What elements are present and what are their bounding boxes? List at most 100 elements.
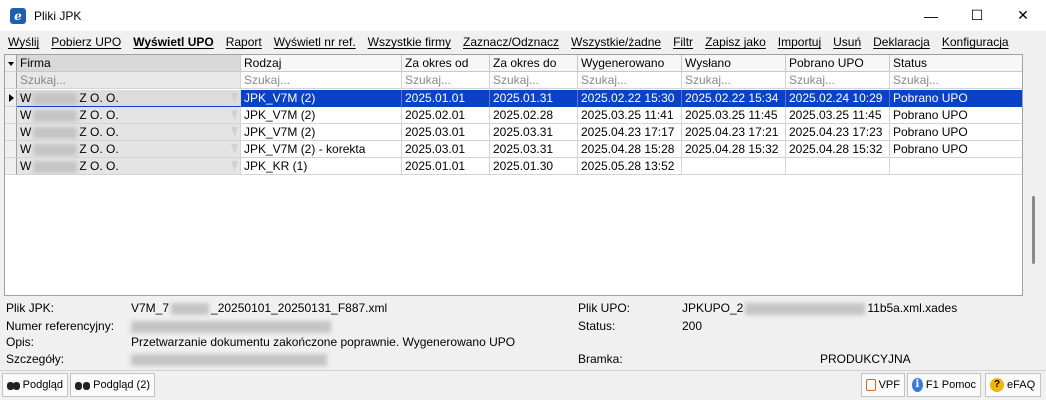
chevron-down-icon [231,110,238,120]
help-label: F1 Pomoc [925,379,976,391]
cell-firma: W Z O. O. [17,141,241,158]
details-panel: Plik JPK: V7M_7 _20250101_20250131_F887.x… [0,298,1046,368]
plik-upo-value-end: 11b5a.xml.xades [867,301,958,315]
column-header-za-okres-do[interactable]: Za okres do [490,55,578,72]
cell-wyslano [682,158,786,175]
window-title: Pliki JPK [34,8,82,23]
filter-input-rodzaj[interactable]: Szukaj... [241,72,402,89]
grid-header: Firma Rodzaj Za okres od Za okres do Wyg… [5,55,1022,72]
menu-importuj[interactable]: Importuj [772,32,827,52]
podglad-2-button[interactable]: Podgląd (2) [70,373,155,397]
filter-row-indicator [5,72,17,89]
table-row[interactable]: W Z O. O. JPK_KR (1) 2025.01.01 2025.01.3… [5,158,1022,175]
bramka-label: Bramka: [578,352,623,366]
cell-status: Pobrano UPO [890,141,1022,158]
plik-jpk-value-start: V7M_7 [131,301,170,315]
podglad-button[interactable]: Podgląd [2,373,68,397]
binoculars-icon [7,379,20,391]
cell-wyslano: 2025.04.28 15:32 [682,141,786,158]
table-row[interactable]: W Z O. O. JPK_V7M (2) 2025.02.01 2025.02.… [5,107,1022,124]
menu-wyswietl-upo[interactable]: Wyświetl UPO [127,32,219,52]
firma-prefix: W [20,108,32,122]
cell-wygenerowano: 2025.02.22 15:30 [578,90,682,107]
filter-input-pobrano[interactable]: Szukaj... [786,72,890,89]
jpk-files-grid: Firma Rodzaj Za okres od Za okres do Wyg… [4,54,1023,296]
menu-pobierz-upo[interactable]: Pobierz UPO [45,32,127,52]
row-pointer-icon [9,94,14,102]
column-header-firma[interactable]: Firma [17,55,241,72]
title-bar: e Pliki JPK — ☐ ✕ [0,0,1046,31]
scrollbar-thumb[interactable] [1032,196,1035,264]
column-header-status[interactable]: Status [890,55,1022,72]
chevron-down-icon [8,62,14,66]
chevron-down-icon [231,93,238,103]
table-row[interactable]: W Z O. O. JPK_V7M (2) 2025.01.01 2025.01.… [5,90,1022,107]
close-button[interactable]: ✕ [1000,0,1046,31]
vertical-scrollbar[interactable] [1024,54,1042,296]
cell-pobrano: 2025.02.24 10:29 [786,90,890,107]
firma-prefix: W [20,142,32,156]
redacted-text [33,126,78,139]
filter-input-od[interactable]: Szukaj... [402,72,490,89]
redacted-text [33,92,78,105]
podglad-label: Podgląd [22,379,63,391]
firma-prefix: W [20,91,32,105]
cell-status: Pobrano UPO [890,90,1022,107]
menu-wszystkie-zadne[interactable]: Wszystkie/żadne [565,32,667,52]
redacted-text [131,353,327,366]
cell-od: 2025.03.01 [402,141,490,158]
filter-input-do[interactable]: Szukaj... [490,72,578,89]
cell-od: 2025.01.01 [402,158,490,175]
cell-firma: W Z O. O. [17,90,241,107]
vpf-icon [866,379,876,391]
menu-zaznacz-odznacz[interactable]: Zaznacz/Odznacz [457,32,565,52]
vpf-button[interactable]: VPF [861,373,905,397]
column-header-za-okres-od[interactable]: Za okres od [402,55,490,72]
menu-deklaracja[interactable]: Deklaracja [867,32,936,52]
cell-do: 2025.03.31 [490,124,578,141]
plik-jpk-value: V7M_7 _20250101_20250131_F887.xml [131,301,387,315]
column-header-pobrano-upo[interactable]: Pobrano UPO [786,55,890,72]
menu-usun[interactable]: Usuń [827,32,867,52]
help-button[interactable]: i F1 Pomoc [907,373,981,397]
column-header-rodzaj[interactable]: Rodzaj [241,55,402,72]
cell-od: 2025.01.01 [402,90,490,107]
filter-input-firma[interactable]: Szukaj... [17,72,241,89]
column-chooser[interactable] [5,55,17,72]
redacted-text [33,143,78,156]
cell-rodzaj: JPK_V7M (2) [241,90,402,107]
column-header-wygenerowano[interactable]: Wygenerowano [578,55,682,72]
plik-jpk-value-end: _20250101_20250131_F887.xml [211,301,388,315]
cell-wygenerowano: 2025.05.28 13:52 [578,158,682,175]
minimize-button[interactable]: — [908,0,954,31]
menu-konfiguracja[interactable]: Konfiguracja [936,32,1015,52]
maximize-button[interactable]: ☐ [954,0,1000,31]
menu-zapisz-jako[interactable]: Zapisz jako [699,32,772,52]
filter-input-wyslano[interactable]: Szukaj... [682,72,786,89]
current-row-indicator [5,90,17,107]
filter-input-status[interactable]: Szukaj... [890,72,1022,89]
menu-wyslij[interactable]: Wyślij [2,32,45,52]
table-row[interactable]: W Z O. O. JPK_V7M (2) 2025.03.01 2025.03.… [5,124,1022,141]
menu-wszystkie-firmy[interactable]: Wszystkie firmy [362,32,457,52]
plik-upo-label: Plik UPO: [578,301,631,315]
firma-suffix: Z O. O. [79,91,119,105]
cell-firma: W Z O. O. [17,124,241,141]
firma-suffix: Z O. O. [79,125,119,139]
redacted-text [131,320,331,333]
table-row[interactable]: W Z O. O. JPK_V7M (2) - korekta 2025.03.0… [5,141,1022,158]
filter-input-wygenerowano[interactable]: Szukaj... [578,72,682,89]
menu-wyswietl-nr-ref[interactable]: Wyświetl nr ref. [268,32,362,52]
cell-rodzaj: JPK_V7M (2) [241,107,402,124]
numer-referencyjny-value [129,319,333,333]
column-header-wyslano[interactable]: Wysłano [682,55,786,72]
menu-filtr[interactable]: Filtr [667,32,699,52]
chevron-down-icon [231,144,238,154]
cell-do: 2025.03.31 [490,141,578,158]
cell-status: Pobrano UPO [890,107,1022,124]
firma-suffix: Z O. O. [79,142,119,156]
cell-firma: W Z O. O. [17,158,241,175]
menu-raport[interactable]: Raport [220,32,268,52]
cell-od: 2025.02.01 [402,107,490,124]
efaq-button[interactable]: ? eFAQ [985,373,1041,397]
